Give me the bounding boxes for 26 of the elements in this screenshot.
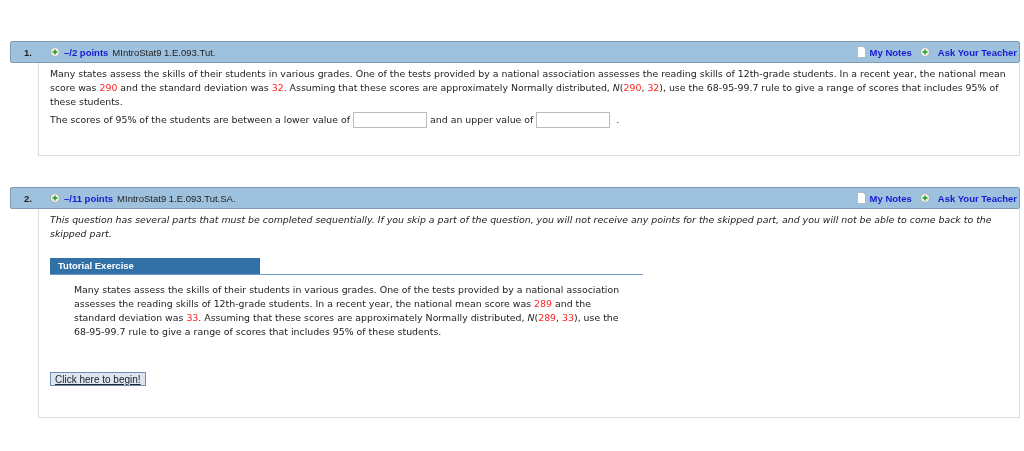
begin-button[interactable]: Click here to begin!: [50, 372, 146, 386]
question-code: MIntroStat9 1.E.093.Tut.: [112, 46, 216, 58]
plus-icon[interactable]: [919, 47, 930, 57]
document-icon[interactable]: [856, 46, 866, 58]
my-notes-link[interactable]: My Notes: [869, 192, 912, 204]
document-icon[interactable]: [856, 192, 866, 204]
question-code: MIntroStat9 1.E.093.Tut.SA.: [117, 192, 236, 204]
tutorial-title: Tutorial Exercise: [50, 258, 260, 274]
input-field[interactable]: [536, 112, 611, 128]
answer-label: The scores of 95% of the students are between a lower value of: [50, 113, 350, 127]
ask-teacher-link[interactable]: Ask Your Teacher: [937, 46, 1017, 58]
plus-icon[interactable]: [50, 193, 60, 203]
instruction-text: This question has several parts that must be completed sequentially. If you skip a part of the question, you will not receive any points for the skipped part, and you will not be able to come back to the skipped part.: [50, 213, 993, 241]
plus-icon[interactable]: [919, 193, 930, 203]
period-text: .: [615, 113, 620, 127]
question-number: 2.: [24, 192, 33, 204]
plus-icon[interactable]: [50, 47, 60, 57]
question-number: 1.: [24, 46, 33, 58]
answer-label: and an upper value of: [430, 113, 534, 127]
tutorial-text: Many states assess the skills of their students in various grades. One of the tests provided by a national association assesses the reading skills of 12th-grade students. In a recent year, the national mean score was 289 and the standard deviation was 33. Assuming that these scores are approximately Normally distributed, N(289, 33), use the 68-95-99.7 rule to give a range of scores that includes 95% of these students.: [74, 283, 621, 339]
question-text: Many states assess the skills of their students in various grades. One of the tests provided by a national association assesses the reading skills of 12th-grade students. In a recent year, the national mean score was 290 and the standard deviation was 32. Assuming that these scores are approximately Normally distributed, N(290, 32), use the 68-95-99.7 rule to give a range of scores that includes 95% of these students.: [50, 67, 1007, 109]
ask-teacher-link[interactable]: Ask Your Teacher: [937, 192, 1017, 204]
points-text: –/2 points: [64, 46, 109, 58]
my-notes-link[interactable]: My Notes: [869, 46, 912, 58]
points-text: –/11 points: [64, 192, 114, 204]
input-field[interactable]: [353, 112, 427, 128]
